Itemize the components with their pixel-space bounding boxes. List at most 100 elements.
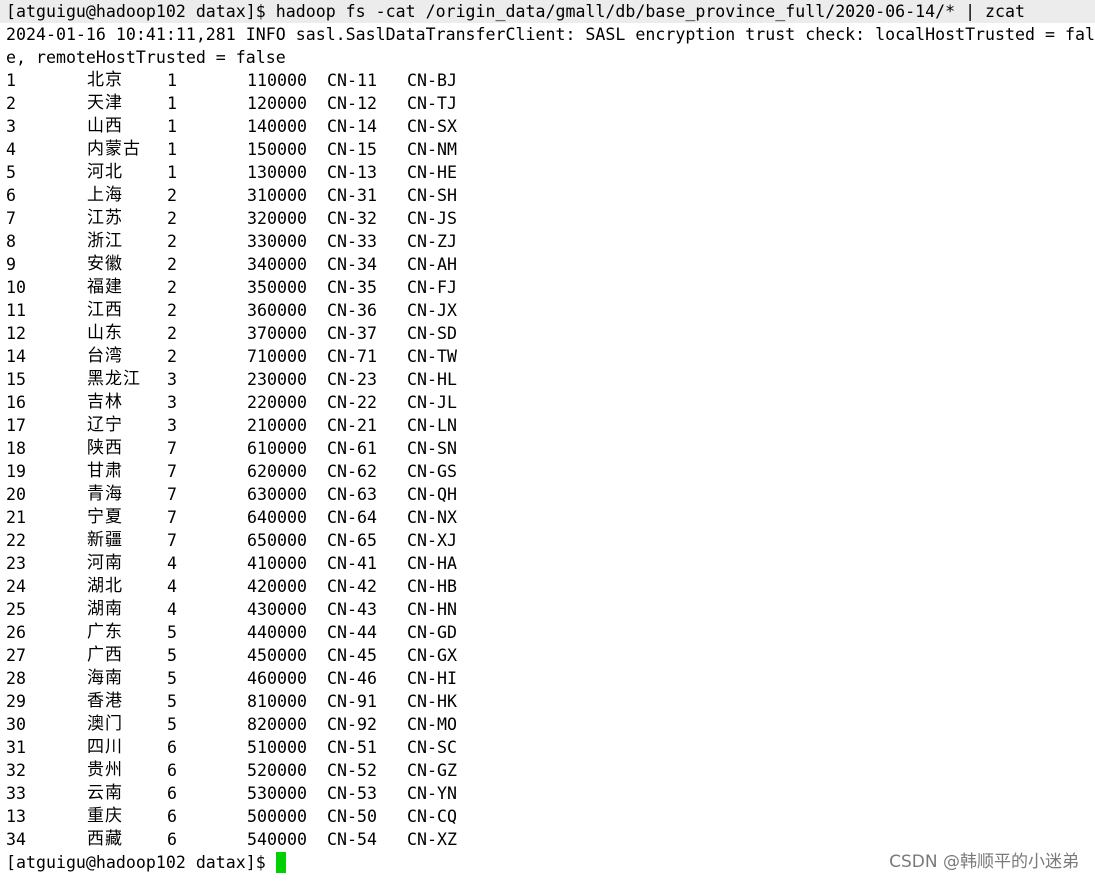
table-row: 17 辽宁 3 210000 CN-21 CN-LN	[0, 414, 1095, 437]
row-province-name: 湖南	[87, 599, 123, 619]
row-region-id: 6	[167, 807, 177, 826]
row-iso-code: CN-51	[327, 738, 377, 757]
row-id: 2	[6, 94, 16, 113]
row-iso-3166-2: CN-HB	[407, 577, 457, 596]
row-id: 22	[6, 531, 26, 550]
row-region-id: 4	[167, 554, 177, 573]
row-province-name: 重庆	[87, 806, 123, 826]
row-id: 17	[6, 416, 26, 435]
row-area-code: 440000	[247, 623, 307, 642]
row-area-code: 320000	[247, 209, 307, 228]
row-id: 13	[6, 807, 26, 826]
row-iso-code: CN-22	[327, 393, 377, 412]
row-region-id: 5	[167, 623, 177, 642]
row-iso-code: CN-63	[327, 485, 377, 504]
row-id: 18	[6, 439, 26, 458]
row-area-code: 460000	[247, 669, 307, 688]
table-row: 9 安徽 2 340000 CN-34 CN-AH	[0, 253, 1095, 276]
row-area-code: 310000	[247, 186, 307, 205]
row-region-id: 4	[167, 600, 177, 619]
row-id: 25	[6, 600, 26, 619]
row-region-id: 2	[167, 232, 177, 251]
row-iso-3166-2: CN-SD	[407, 324, 457, 343]
row-iso-3166-2: CN-SX	[407, 117, 457, 136]
table-row: 15 黑龙江 3 230000 CN-23 CN-HL	[0, 368, 1095, 391]
row-iso-code: CN-61	[327, 439, 377, 458]
row-province-name: 海南	[87, 668, 123, 688]
row-iso-3166-2: CN-CQ	[407, 807, 457, 826]
row-area-code: 140000	[247, 117, 307, 136]
row-region-id: 3	[167, 393, 177, 412]
row-iso-code: CN-91	[327, 692, 377, 711]
row-area-code: 540000	[247, 830, 307, 849]
table-row: 19 甘肃 7 620000 CN-62 CN-GS	[0, 460, 1095, 483]
row-iso-3166-2: CN-TW	[407, 347, 457, 366]
row-id: 15	[6, 370, 26, 389]
table-row: 16 吉林 3 220000 CN-22 CN-JL	[0, 391, 1095, 414]
row-province-name: 云南	[87, 783, 123, 803]
row-province-name: 吉林	[87, 392, 123, 412]
row-iso-3166-2: CN-NX	[407, 508, 457, 527]
row-id: 11	[6, 301, 26, 320]
row-province-name: 辽宁	[87, 415, 123, 435]
row-iso-code: CN-54	[327, 830, 377, 849]
row-iso-code: CN-44	[327, 623, 377, 642]
row-region-id: 7	[167, 485, 177, 504]
row-area-code: 620000	[247, 462, 307, 481]
row-id: 4	[6, 140, 16, 159]
row-iso-3166-2: CN-HI	[407, 669, 457, 688]
row-iso-code: CN-35	[327, 278, 377, 297]
row-region-id: 2	[167, 347, 177, 366]
table-row: 4 内蒙古 1 150000 CN-15 CN-NM	[0, 138, 1095, 161]
row-area-code: 110000	[247, 71, 307, 90]
shell-prompt: [atguigu@hadoop102 datax]$	[6, 853, 266, 872]
output-table: 1 北京 1 110000 CN-11 CN-BJ 2 天津 1 120000 CN-12 CN-TJ…	[0, 69, 1095, 851]
row-id: 21	[6, 508, 26, 527]
row-area-code: 360000	[247, 301, 307, 320]
row-iso-3166-2: CN-YN	[407, 784, 457, 803]
row-iso-3166-2: CN-JX	[407, 301, 457, 320]
row-province-name: 河北	[87, 162, 123, 182]
row-region-id: 5	[167, 715, 177, 734]
table-row: 28 海南 5 460000 CN-46 CN-HI	[0, 667, 1095, 690]
table-row: 22 新疆 7 650000 CN-65 CN-XJ	[0, 529, 1095, 552]
row-iso-code: CN-53	[327, 784, 377, 803]
table-row: 31 四川 6 510000 CN-51 CN-SC	[0, 736, 1095, 759]
row-iso-code: CN-46	[327, 669, 377, 688]
table-row: 14 台湾 2 710000 CN-71 CN-TW	[0, 345, 1095, 368]
row-province-name: 西藏	[87, 829, 123, 849]
row-iso-code: CN-71	[327, 347, 377, 366]
command-line: [atguigu@hadoop102 datax]$ hadoop fs -ca…	[0, 0, 1095, 23]
log-line-2: e, remoteHostTrusted = false	[6, 48, 286, 67]
table-row: 12 山东 2 370000 CN-37 CN-SD	[0, 322, 1095, 345]
row-id: 31	[6, 738, 26, 757]
row-area-code: 370000	[247, 324, 307, 343]
row-id: 20	[6, 485, 26, 504]
row-area-code: 520000	[247, 761, 307, 780]
terminal-window[interactable]: [atguigu@hadoop102 datax]$ hadoop fs -ca…	[0, 0, 1095, 882]
row-id: 19	[6, 462, 26, 481]
row-id: 33	[6, 784, 26, 803]
table-row: 20 青海 7 630000 CN-63 CN-QH	[0, 483, 1095, 506]
row-iso-code: CN-33	[327, 232, 377, 251]
row-iso-3166-2: CN-FJ	[407, 278, 457, 297]
table-row: 18 陕西 7 610000 CN-61 CN-SN	[0, 437, 1095, 460]
row-iso-3166-2: CN-QH	[407, 485, 457, 504]
row-id: 16	[6, 393, 26, 412]
row-province-name: 四川	[87, 737, 123, 757]
row-region-id: 6	[167, 738, 177, 757]
row-id: 9	[6, 255, 16, 274]
table-row: 13 重庆 6 500000 CN-50 CN-CQ	[0, 805, 1095, 828]
row-iso-3166-2: CN-HA	[407, 554, 457, 573]
row-iso-code: CN-23	[327, 370, 377, 389]
row-id: 8	[6, 232, 16, 251]
row-iso-code: CN-45	[327, 646, 377, 665]
row-province-name: 黑龙江	[87, 369, 141, 389]
row-iso-3166-2: CN-NM	[407, 140, 457, 159]
row-province-name: 台湾	[87, 346, 123, 366]
row-region-id: 7	[167, 531, 177, 550]
row-area-code: 510000	[247, 738, 307, 757]
row-iso-3166-2: CN-SH	[407, 186, 457, 205]
table-row: 32 贵州 6 520000 CN-52 CN-GZ	[0, 759, 1095, 782]
row-iso-code: CN-36	[327, 301, 377, 320]
